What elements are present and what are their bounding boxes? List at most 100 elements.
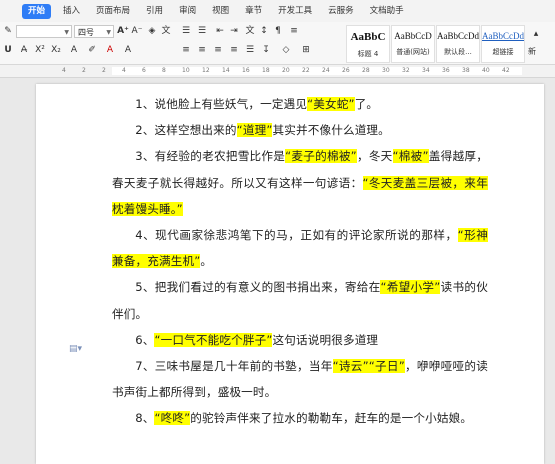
style-name: 超链接 bbox=[492, 48, 514, 56]
ruler-tick: 26 bbox=[342, 67, 350, 74]
document-body[interactable]: 1、说他脸上有些妖气，一定遇见“美女蛇”了。 2、这样空想出来的“道理”其实并不像… bbox=[112, 91, 488, 432]
paragraph-8[interactable]: 8、“咚咚”的驼铃声伴来了拉水的勒勒车，赶车的是一个小姑娘。 bbox=[112, 405, 488, 431]
ruler-tick: 4 bbox=[62, 67, 66, 74]
font-color-icon[interactable]: A bbox=[104, 44, 116, 56]
menu-tab-7[interactable]: 开发工具 bbox=[270, 0, 320, 22]
ruler-tick: 20 bbox=[282, 67, 290, 74]
paragraph-3[interactable]: 3、有经验的老农把雪比作是“麦子的棉被”，冬天“棉被”盖得越厚，春天麦子就长得越… bbox=[112, 143, 488, 222]
underline-icon[interactable]: U bbox=[2, 44, 14, 56]
text-run: 2、这样空想出来的 bbox=[135, 123, 237, 138]
text-run: 其实并不像什么道理。 bbox=[272, 123, 390, 138]
document-workspace: 1、说他脸上有些妖气，一定遇见“美女蛇”了。 2、这样空想出来的“道理”其实并不像… bbox=[0, 78, 555, 464]
highlighted-text: “道理” bbox=[236, 123, 273, 138]
menu-tab-1[interactable]: 插入 bbox=[55, 0, 88, 22]
bullets-icon[interactable]: ☰ bbox=[180, 25, 192, 37]
text-direction-icon[interactable]: ↧ bbox=[260, 44, 272, 56]
format-painter-icon[interactable]: ✎ bbox=[2, 25, 14, 37]
ruler-tick: 4 bbox=[122, 67, 126, 74]
style-hyperlink[interactable]: AaBbCcDd 超链接 bbox=[481, 25, 525, 63]
font-name-dropdown[interactable]: ▼ bbox=[16, 25, 72, 38]
style-default-paragraph[interactable]: AaBbCcDd 默认段... bbox=[436, 25, 480, 63]
ruler-tick: 2 bbox=[82, 67, 86, 74]
ruler-tick: 30 bbox=[382, 67, 390, 74]
highlighted-text: “子日” bbox=[368, 359, 405, 374]
menu-tab-0[interactable]: 开始 bbox=[22, 3, 52, 19]
style-name: 普通(网站) bbox=[396, 48, 430, 56]
ruler-tick: 36 bbox=[442, 67, 450, 74]
ruler-tick: 42 bbox=[502, 67, 510, 74]
paragraph-1[interactable]: 1、说他脸上有些妖气，一定遇见“美女蛇”了。 bbox=[112, 91, 488, 117]
shading-icon[interactable]: ◇ bbox=[280, 44, 292, 56]
styles-scroll-icon[interactable]: ▴ bbox=[530, 28, 542, 40]
menu-tab-9[interactable]: 文档助手 bbox=[362, 0, 412, 22]
ruler-tick: 38 bbox=[462, 67, 470, 74]
ruler-tick: 2 bbox=[102, 67, 106, 74]
chinese-layout-icon[interactable]: 文 bbox=[244, 25, 256, 37]
show-marks-icon[interactable]: ¶ bbox=[272, 25, 284, 37]
text-run: 了。 bbox=[354, 97, 379, 111]
char-shading-icon[interactable]: A bbox=[122, 44, 134, 56]
highlighted-text: “麦子的棉被” bbox=[285, 149, 357, 164]
ruler-tick: 16 bbox=[242, 67, 250, 74]
menu-tab-4[interactable]: 审阅 bbox=[171, 0, 204, 22]
ruler-tick: 12 bbox=[202, 67, 210, 74]
strikethrough-icon[interactable]: A̶ bbox=[18, 44, 30, 56]
ruler-tick: 24 bbox=[322, 67, 330, 74]
line-spacing-icon[interactable]: ≡ bbox=[288, 25, 300, 37]
menu-tab-3[interactable]: 引用 bbox=[138, 0, 171, 22]
clear-format-icon[interactable]: ◈ bbox=[146, 25, 158, 37]
align-center-icon[interactable]: ≡ bbox=[196, 44, 208, 56]
ribbon-toolbar: ✎ ▼ 四号 ▼ A⁺ A⁻ ◈ 文 ☰ ☰ ⇤ ⇥ 文 ↕ ¶ ≡ U A̶ X… bbox=[0, 22, 555, 65]
text-effect-icon[interactable]: A bbox=[68, 44, 80, 56]
borders-icon[interactable]: ⊞ bbox=[300, 44, 312, 56]
subscript-icon[interactable]: X₂ bbox=[50, 44, 62, 56]
style-heading4[interactable]: AaBbC 标题 4 bbox=[346, 25, 390, 63]
text-run: 。 bbox=[200, 254, 213, 269]
style-normal-web[interactable]: AaBbCcD 普通(网站) bbox=[391, 25, 435, 63]
align-left-icon[interactable]: ≡ bbox=[180, 44, 192, 56]
document-page[interactable]: 1、说他脸上有些妖气，一定遇见“美女蛇”了。 2、这样空想出来的“道理”其实并不像… bbox=[36, 84, 544, 464]
menu-tab-5[interactable]: 视图 bbox=[204, 0, 237, 22]
justify-icon[interactable]: ≡ bbox=[228, 44, 240, 56]
shrink-font-icon[interactable]: A⁻ bbox=[131, 25, 143, 37]
ruler-tick: 14 bbox=[222, 67, 230, 74]
superscript-icon[interactable]: X² bbox=[34, 44, 46, 56]
menu-tab-2[interactable]: 页面布局 bbox=[88, 0, 138, 22]
numbering-icon[interactable]: ☰ bbox=[196, 25, 208, 37]
text-run: 1、说他脸上有些妖气，一定遇见 bbox=[135, 97, 308, 111]
paragraph-mark-icon[interactable]: ▤▾ bbox=[69, 344, 82, 354]
phonetic-icon[interactable]: 文 bbox=[160, 25, 172, 37]
style-name: 默认段... bbox=[444, 48, 472, 56]
sort-icon[interactable]: ↕ bbox=[258, 25, 270, 37]
highlight-icon[interactable]: ✐ bbox=[86, 44, 98, 56]
highlighted-text: “一口气不能吃个胖子” bbox=[154, 332, 273, 347]
highlighted-text: “棉被” bbox=[392, 149, 429, 164]
ruler-tick: 10 bbox=[182, 67, 190, 74]
paragraph-4[interactable]: 4、现代画家徐悲鸿笔下的马，正如有的评论家所说的那样，“形神兼备，充满生机”。 bbox=[112, 222, 488, 274]
ruler-tick: 22 bbox=[302, 67, 310, 74]
align-right-icon[interactable]: ≡ bbox=[212, 44, 224, 56]
style-sample: AaBbC bbox=[350, 31, 386, 43]
new-style-button[interactable]: 新 bbox=[528, 46, 536, 58]
ruler-tick: 28 bbox=[362, 67, 370, 74]
font-size-dropdown[interactable]: 四号 ▼ bbox=[74, 25, 114, 38]
paragraph-6[interactable]: 6、“一口气不能吃个胖子”这句话说明很多道理 bbox=[112, 327, 488, 353]
text-run: 5、把我们看过的有意义的图书捐出来，寄给在 bbox=[135, 280, 381, 295]
paragraph-5[interactable]: 5、把我们看过的有意义的图书捐出来，寄给在“希望小学”读书的伙伴们。 bbox=[112, 274, 488, 326]
text-run: 的驼铃声伴来了拉水的勒勒车，赶车的是一个小姑娘。 bbox=[190, 411, 473, 426]
distribute-icon[interactable]: ☰ bbox=[244, 44, 256, 56]
horizontal-ruler[interactable]: 4 2 2 4 6 8 10 12 14 16 18 20 22 24 26 28 30 32 34 36 38 40 42 bbox=[0, 65, 555, 78]
menu-tab-8[interactable]: 云服务 bbox=[320, 0, 362, 22]
highlighted-text: “希望小学” bbox=[380, 280, 441, 295]
text-run: 7、三味书屋是几十年前的书塾，当年 bbox=[135, 359, 333, 374]
style-sample: AaBbCcD bbox=[394, 31, 432, 41]
paragraph-7[interactable]: 7、三味书屋是几十年前的书塾，当年“诗云”“子日”，咿咿哑哑的读书声街上都所得到… bbox=[112, 353, 488, 405]
ruler-tick: 6 bbox=[142, 67, 146, 74]
paragraph-2[interactable]: 2、这样空想出来的“道理”其实并不像什么道理。 bbox=[112, 117, 488, 143]
text-run: 8、 bbox=[135, 411, 155, 426]
menu-tab-6[interactable]: 章节 bbox=[237, 0, 270, 22]
decrease-indent-icon[interactable]: ⇤ bbox=[214, 25, 226, 37]
grow-font-icon[interactable]: A⁺ bbox=[117, 25, 129, 37]
increase-indent-icon[interactable]: ⇥ bbox=[228, 25, 240, 37]
ruler-active-area bbox=[112, 67, 522, 75]
